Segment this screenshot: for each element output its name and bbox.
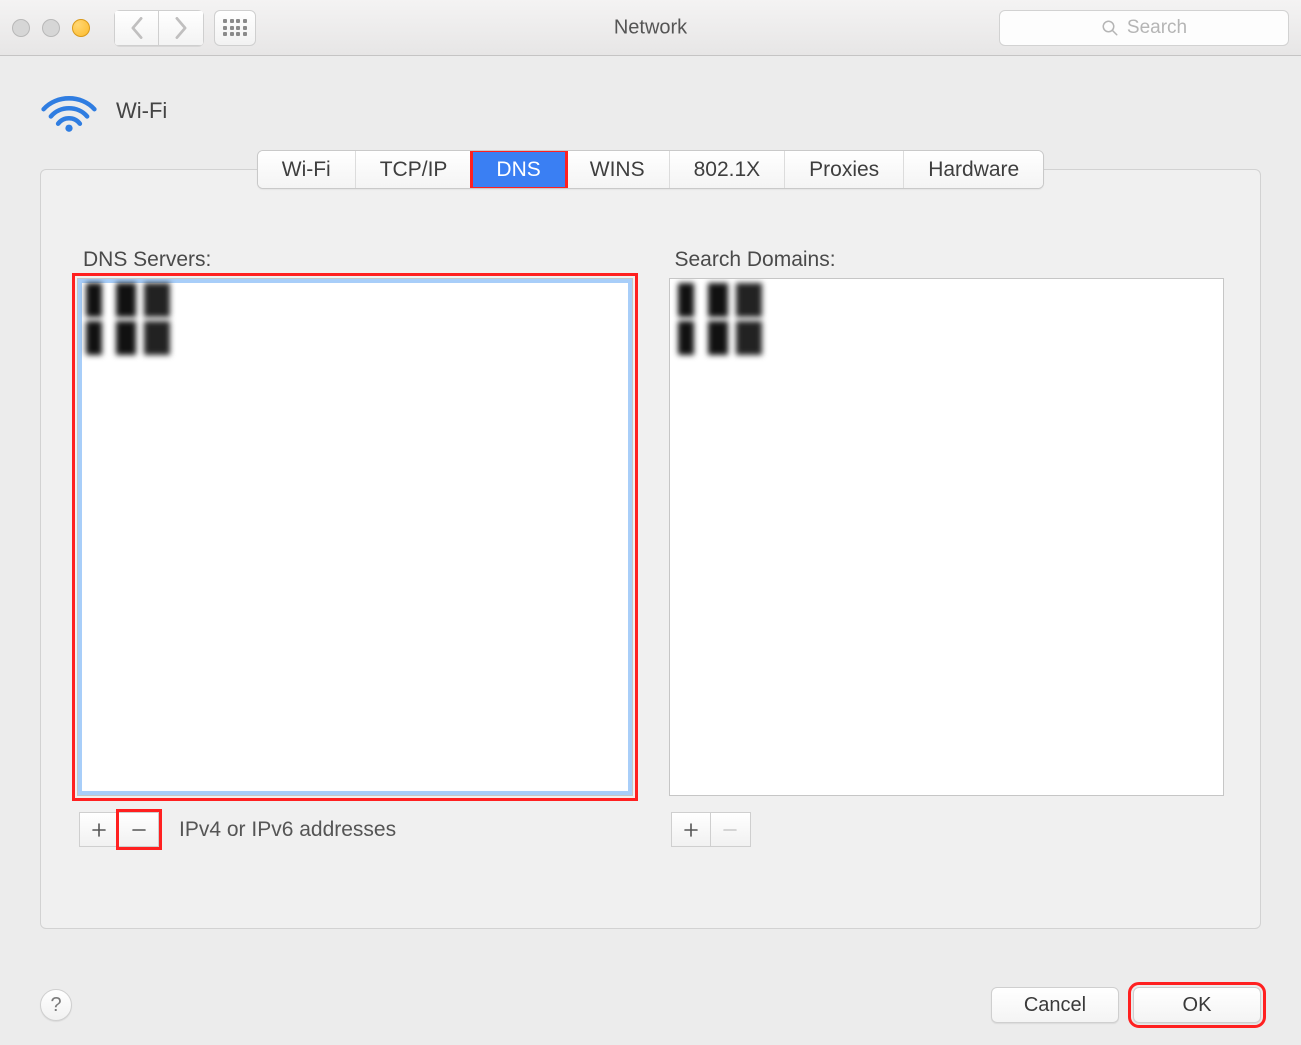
forward-button[interactable]	[159, 10, 204, 46]
wifi-icon	[40, 88, 98, 134]
search-domains-list[interactable]	[669, 278, 1225, 796]
remove-dns-button[interactable]	[119, 812, 159, 847]
tab-8021x[interactable]: 802.1X	[670, 151, 786, 188]
page-header: Wi-Fi	[0, 56, 1301, 144]
minus-icon	[131, 822, 147, 838]
search-domains-label: Search Domains:	[669, 248, 1225, 278]
dns-servers-label: DNS Servers:	[77, 248, 633, 278]
tab-wifi[interactable]: Wi-Fi	[258, 151, 356, 188]
search-input[interactable]: Search	[999, 10, 1289, 46]
tabs-container: Wi-Fi TCP/IP DNS WINS 802.1X Proxies Har…	[0, 150, 1301, 189]
show-all-button[interactable]	[214, 10, 256, 46]
grid-icon	[223, 19, 247, 36]
help-icon: ?	[50, 994, 61, 1017]
list-item[interactable]	[678, 283, 1010, 317]
ok-button[interactable]: OK	[1133, 987, 1261, 1023]
list-item[interactable]	[678, 321, 1021, 355]
help-button[interactable]: ?	[40, 989, 72, 1021]
chevron-left-icon	[130, 17, 144, 39]
dns-servers-list[interactable]	[77, 278, 633, 796]
nav-back-forward	[114, 10, 204, 46]
close-window-icon[interactable]	[12, 19, 30, 37]
dns-list-actions: IPv4 or IPv6 addresses	[77, 812, 633, 847]
interface-label: Wi-Fi	[116, 98, 167, 124]
minimize-window-icon[interactable]	[42, 19, 60, 37]
remove-search-domain-button[interactable]	[711, 812, 751, 847]
footer: ? Cancel OK	[40, 987, 1261, 1023]
dns-column: DNS Servers: IPv4 or IPv6 addresses	[77, 248, 633, 847]
minus-icon	[722, 822, 738, 838]
list-item[interactable]	[86, 283, 407, 317]
tab-hardware[interactable]: Hardware	[904, 151, 1043, 188]
plus-icon	[91, 822, 107, 838]
add-dns-button[interactable]	[79, 812, 119, 847]
cancel-button[interactable]: Cancel	[991, 987, 1119, 1023]
search-domains-list-actions	[669, 812, 1225, 847]
settings-panel: DNS Servers: IPv4 or IPv6 addresses Sear…	[40, 169, 1261, 929]
plus-icon	[683, 822, 699, 838]
list-item[interactable]	[86, 321, 296, 355]
window-controls	[12, 19, 90, 37]
dns-hint: IPv4 or IPv6 addresses	[179, 818, 396, 842]
tabs: Wi-Fi TCP/IP DNS WINS 802.1X Proxies Har…	[257, 150, 1044, 189]
chevron-right-icon	[174, 17, 188, 39]
toolbar: Network Search	[0, 0, 1301, 56]
search-icon	[1101, 19, 1119, 37]
tab-proxies[interactable]: Proxies	[785, 151, 904, 188]
add-search-domain-button[interactable]	[671, 812, 711, 847]
tab-wins[interactable]: WINS	[566, 151, 670, 188]
search-domains-column: Search Domains:	[669, 248, 1225, 847]
tab-tcpip[interactable]: TCP/IP	[356, 151, 473, 188]
search-placeholder: Search	[1127, 17, 1187, 39]
tab-dns[interactable]: DNS	[472, 151, 565, 188]
back-button[interactable]	[114, 10, 159, 46]
window-title: Network	[614, 16, 687, 39]
zoom-window-icon[interactable]	[72, 19, 90, 37]
